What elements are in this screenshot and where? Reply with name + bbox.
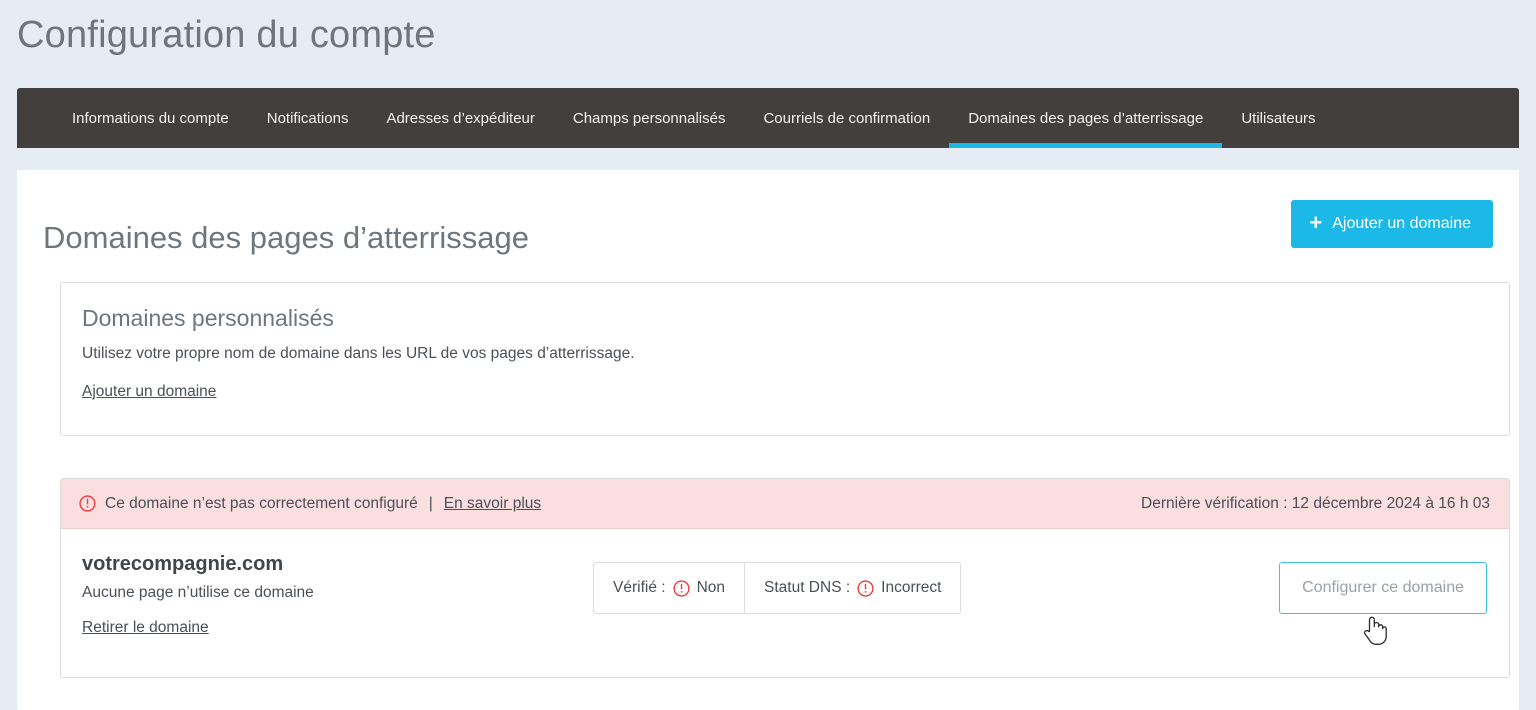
alert-circle-icon (79, 495, 96, 512)
tab-courriels-de-confirmation[interactable]: Courriels de confirmation (744, 88, 949, 148)
add-domain-button[interactable]: + Ajouter un domaine (1291, 200, 1493, 248)
panel-header: Domaines des pages d’atterrissage + Ajou… (17, 170, 1519, 270)
add-domain-link[interactable]: Ajouter un domaine (82, 383, 216, 401)
alert-circle-icon (857, 579, 874, 597)
tab-label: Utilisateurs (1241, 109, 1316, 127)
tab-notifications[interactable]: Notifications (248, 88, 368, 148)
tab-label: Champs personnalisés (572, 109, 726, 127)
content-panel: Domaines des pages d’atterrissage + Ajou… (17, 170, 1519, 710)
add-domain-button-label: Ajouter un domaine (1332, 215, 1471, 232)
last-verification-text: Dernière vérification : 12 décembre 2024… (1141, 494, 1490, 512)
status-verified-label: Vérifié : (613, 579, 666, 596)
alert-circle-icon (672, 579, 690, 597)
tab-label: Notifications (266, 109, 349, 127)
configure-domain-button[interactable]: Configurer ce domaine (1279, 562, 1487, 614)
tab-domaines-des-pages-atterrissage[interactable]: Domaines des pages d’atterrissage (949, 88, 1223, 148)
tab-label: Informations du compte (72, 109, 229, 127)
status-dns-label: Statut DNS : (764, 579, 851, 596)
domain-entry: Ce domaine n’est pas correctement config… (60, 478, 1510, 678)
status-dns-value: Incorrect (881, 579, 942, 596)
tab-label: Adresses d’expéditeur (386, 109, 535, 127)
banner-separator: | (428, 494, 433, 512)
status-verified: Vérifié : Non (594, 563, 744, 613)
tab-utilisateurs[interactable]: Utilisateurs (1222, 88, 1334, 148)
tab-champs-personnalises[interactable]: Champs personnalisés (554, 88, 745, 148)
main-nav: Informations du compte Notifications Adr… (17, 88, 1519, 148)
status-dns: Statut DNS : Incorrect (744, 563, 960, 613)
learn-more-link[interactable]: En savoir plus (444, 495, 541, 513)
tab-adresses-expediteur[interactable]: Adresses d’expéditeur (367, 88, 553, 148)
banner-message: Ce domaine n’est pas correctement config… (105, 494, 418, 512)
plus-icon: + (1309, 210, 1323, 235)
custom-domains-card: Domaines personnalisés Utilisez votre pr… (60, 282, 1510, 436)
domain-row: votrecompagnie.com Aucune page n’utilise… (61, 529, 1509, 677)
tab-informations-du-compte[interactable]: Informations du compte (53, 88, 248, 148)
tab-label: Domaines des pages d’atterrissage (968, 109, 1204, 127)
remove-domain-link[interactable]: Retirer le domaine (82, 619, 209, 637)
custom-domains-description: Utilisez votre propre nom de domaine dan… (82, 345, 635, 362)
domain-warning-banner: Ce domaine n’est pas correctement config… (61, 479, 1509, 529)
banner-message-group: Ce domaine n’est pas correctement config… (79, 495, 541, 513)
custom-domains-title: Domaines personnalisés (82, 305, 334, 331)
domain-name: votrecompagnie.com (82, 553, 284, 575)
page-title: Configuration du compte (17, 14, 436, 56)
tab-label: Courriels de confirmation (763, 109, 931, 127)
domain-usage-text: Aucune page n’utilise ce domaine (82, 584, 314, 601)
status-verified-value: Non (696, 579, 725, 596)
section-title: Domaines des pages d’atterrissage (43, 220, 529, 255)
domain-status-group: Vérifié : Non Statut DNS : Incorrect (593, 562, 962, 614)
